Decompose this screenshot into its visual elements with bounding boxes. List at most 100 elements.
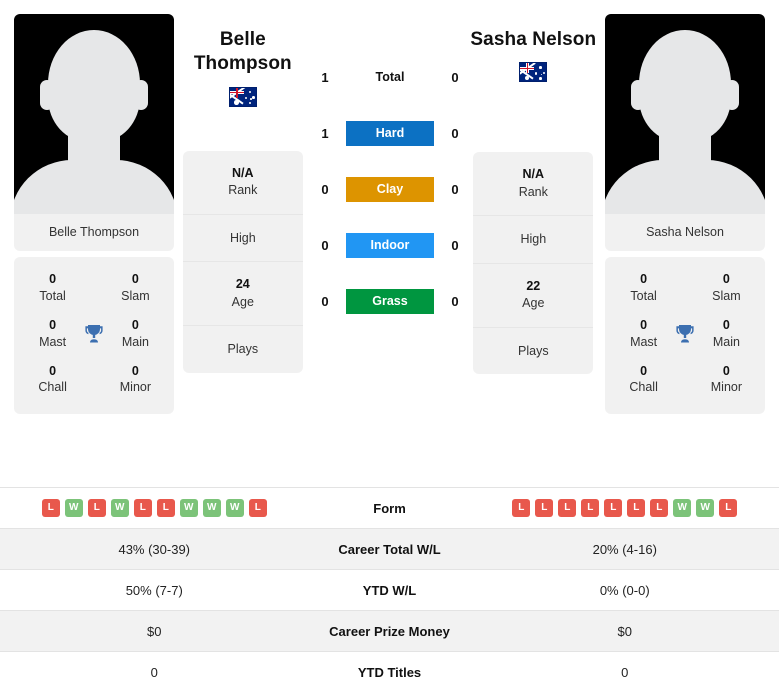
left-titles-chall: 0 Chall (26, 363, 79, 397)
right-titles-main-value: 0 (722, 317, 730, 332)
right-titles-minor-value: 0 (722, 363, 730, 378)
right-info-rank-value: N/A (522, 167, 545, 182)
right-player-photo-panel: Sasha Nelson 0 Total 0 Slam 0 Mast 0 Mai… (605, 14, 765, 415)
right-player-photo-card[interactable]: Sasha Nelson (605, 14, 765, 251)
form-badge-loss[interactable]: L (133, 499, 152, 517)
form-badge-loss[interactable]: L (248, 499, 267, 517)
comparison-right-value: $0 (617, 623, 632, 639)
form-badge-loss[interactable]: L (719, 499, 738, 517)
silhouette-ear-left-icon (631, 80, 645, 110)
surface-left-count: 0 (321, 293, 329, 309)
form-badge-loss[interactable]: L (87, 499, 106, 517)
form-badge-win[interactable]: W (673, 499, 692, 517)
right-titles-total-label: Total (630, 288, 657, 303)
right-info-rank: N/A Rank (473, 152, 594, 217)
left-titles-total-value: 0 (49, 272, 57, 286)
form-badge-loss[interactable]: L (581, 499, 600, 517)
right-info-plays: Plays (473, 328, 593, 375)
left-titles-slam-label: Slam (121, 288, 150, 303)
right-form-strip: LLLLLLLWWL (485, 499, 766, 517)
right-titles-row-1: 0 Total 0 Slam (605, 265, 765, 311)
surface-badge-grass[interactable]: Grass (346, 288, 434, 314)
form-badge-loss[interactable]: L (41, 499, 60, 517)
comparison-left-value: 50% (7-7) (125, 582, 183, 598)
surface-badge-indoor[interactable]: Indoor (346, 232, 434, 258)
left-form-badges: LWLWLLWWWL (14, 499, 295, 517)
form-badge-loss[interactable]: L (604, 499, 623, 517)
left-info-rank: N/A Rank (182, 151, 303, 215)
form-badge-win[interactable]: W (225, 499, 244, 517)
comparison-left-value: 0 (150, 664, 158, 680)
left-titles-slam: 0 Slam (109, 271, 162, 305)
left-player-photo-caption: Belle Thompson (48, 225, 140, 239)
surface-badge-clay[interactable]: Clay (346, 176, 434, 202)
left-titles-total-label: Total (39, 288, 66, 303)
left-player-photo-placeholder (14, 14, 174, 214)
right-titles-total: 0 Total (617, 271, 670, 305)
form-badge-loss[interactable]: L (512, 499, 531, 517)
left-player-name-column: Belle Thompson N/A Rank High 24 Age Play… (174, 14, 312, 373)
left-player-photo-card[interactable]: Belle Thompson (14, 14, 174, 251)
left-titles-main-label: Main (121, 334, 149, 349)
left-player-name: Belle Thompson (174, 28, 312, 77)
comparison-row-label: YTD Titles (357, 664, 422, 680)
silhouette-ear-left-icon (40, 80, 54, 110)
surface-right-count: 0 (451, 237, 459, 253)
form-badge-win[interactable]: W (696, 499, 715, 517)
left-player-titles-card: 0 Total 0 Slam 0 Mast 0 Main 0 Chall 0 M… (14, 257, 174, 415)
form-badge-win[interactable]: W (179, 499, 198, 517)
form-badge-loss[interactable]: L (650, 499, 669, 517)
comparison-row: 0 YTD Titles 0 (0, 651, 779, 692)
left-info-plays: Plays (183, 326, 303, 373)
form-badge-win[interactable]: W (64, 499, 83, 517)
left-titles-chall-label: Chall (38, 380, 67, 395)
left-player-name-line2: Thompson (193, 53, 292, 75)
comparison-left-value: 43% (30-39) (118, 541, 191, 557)
surface-left-count: 0 (321, 181, 329, 197)
right-titles-row-2: 0 Mast 0 Main (605, 311, 765, 357)
left-player-name-line1: Belle (219, 29, 266, 50)
form-badge-loss[interactable]: L (535, 499, 554, 517)
form-badge-loss[interactable]: L (558, 499, 577, 517)
surface-badge-hard[interactable]: Hard (346, 120, 434, 146)
form-badge-loss[interactable]: L (156, 499, 175, 517)
right-titles-mast: 0 Mast (617, 317, 670, 351)
right-info-age: 22 Age (473, 264, 594, 328)
silhouette-body-icon (605, 160, 765, 214)
left-info-age: 24 Age (182, 262, 303, 327)
head-to-head-surface-stack: 1 Total 0 1 Hard 0 0 Clay 0 0 Indoor 0 0 Grass 0 (315, 62, 465, 316)
right-titles-mast-label: Mast (630, 334, 658, 349)
left-titles-minor-value: 0 (131, 363, 139, 378)
right-titles-minor: 0 Minor (700, 363, 753, 397)
left-titles-minor-label: Minor (119, 380, 152, 395)
surface-right-count: 0 (451, 125, 459, 141)
right-info-high: High (473, 216, 594, 264)
left-titles-minor: 0 Minor (109, 363, 162, 397)
left-info-high-label: High (229, 230, 256, 245)
surface-badge-total: Total (375, 69, 405, 84)
comparison-row-label: Career Prize Money (329, 623, 450, 639)
form-badge-win[interactable]: W (110, 499, 129, 517)
comparison-row: $0 Career Prize Money $0 (0, 610, 779, 651)
comparison-row-form: L W L W L L W W W L Form L L L L L L L W W L (0, 487, 779, 528)
left-titles-chall-value: 0 (49, 363, 57, 378)
right-titles-chall-value: 0 (640, 363, 648, 378)
form-badge-loss[interactable]: L (627, 499, 646, 517)
surface-row-total: 1 Total 0 (315, 62, 465, 92)
silhouette-ear-right-icon (725, 80, 739, 110)
trophy-icon (79, 322, 109, 346)
surface-row-clay: 0 Clay 0 (315, 174, 465, 204)
left-titles-mast-label: Mast (39, 334, 67, 349)
right-info-age-value: 22 (526, 278, 541, 293)
form-badge-win[interactable]: W (202, 499, 221, 517)
right-titles-slam-value: 0 (722, 272, 730, 286)
right-titles-chall: 0 Chall (617, 363, 670, 397)
right-player-photo-placeholder (605, 14, 765, 214)
comparison-table: L W L W L L W W W L Form L L L L L L L W W L 43% (30-39) Caree… (0, 487, 779, 692)
right-titles-slam-label: Slam (712, 288, 741, 303)
flag-australia-icon (519, 62, 548, 83)
left-player-photo-panel: Belle Thompson 0 Total 0 Slam 0 Mast 0 M… (14, 14, 174, 415)
right-info-high-label: High (520, 232, 547, 247)
left-info-rank-value: N/A (232, 165, 254, 180)
left-titles-slam-value: 0 (131, 272, 139, 286)
